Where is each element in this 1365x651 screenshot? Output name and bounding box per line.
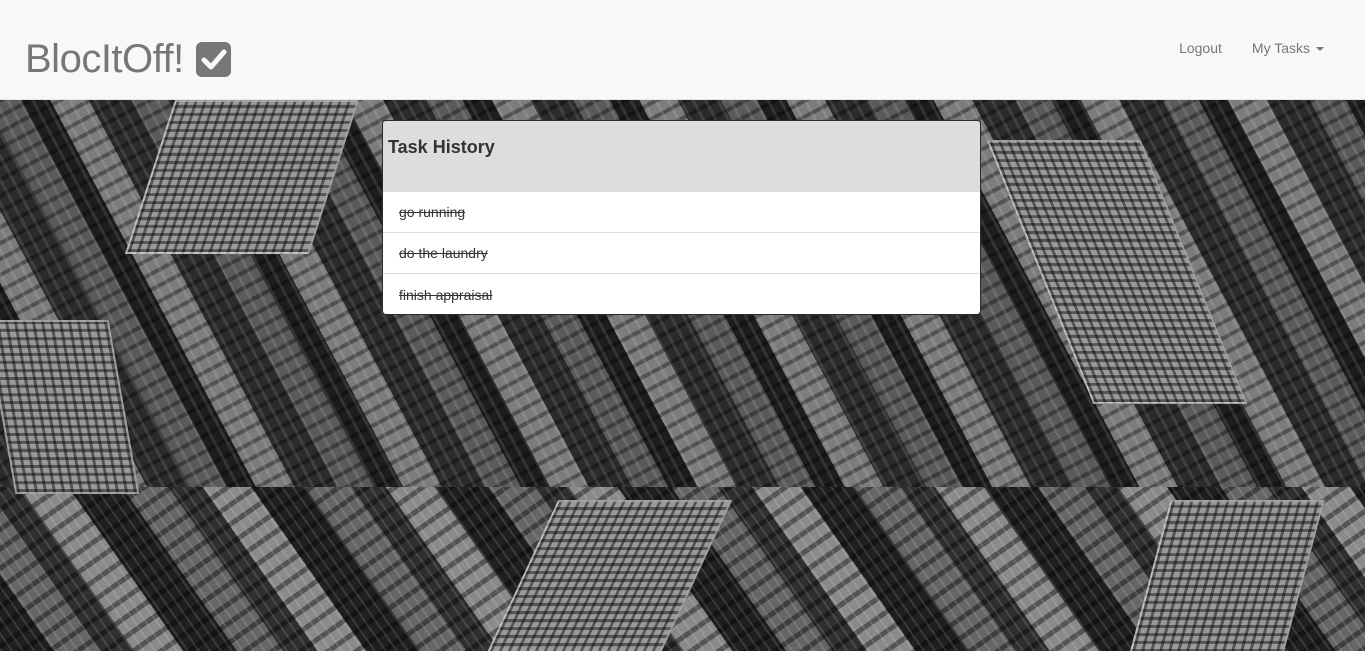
nav-right: Logout My Tasks — [1179, 38, 1324, 58]
top-navbar: BlocItOff! Logout My Tasks — [0, 0, 1365, 100]
panel-title: Task History — [388, 137, 495, 157]
task-list: go running do the laundry finish apprais… — [383, 192, 980, 314]
task-label: finish appraisal — [399, 286, 493, 303]
my-tasks-label: My Tasks — [1251, 40, 1310, 56]
panel-heading: Task History — [383, 121, 980, 192]
task-item: do the laundry — [383, 233, 980, 274]
my-tasks-dropdown[interactable]: My Tasks — [1252, 38, 1324, 58]
task-label: go running — [399, 204, 466, 220]
check-square-icon — [195, 41, 231, 77]
brand-link[interactable]: BlocItOff! — [25, 36, 231, 82]
task-item: go running — [383, 192, 980, 233]
brand-name: BlocItOff! — [25, 37, 184, 81]
caret-down-icon — [1316, 47, 1324, 52]
logout-link[interactable]: Logout — [1179, 38, 1222, 58]
task-item: finish appraisal — [383, 274, 980, 314]
task-label: do the laundry — [399, 245, 488, 261]
task-history-panel: Task History go running do the laundry f… — [382, 120, 981, 315]
